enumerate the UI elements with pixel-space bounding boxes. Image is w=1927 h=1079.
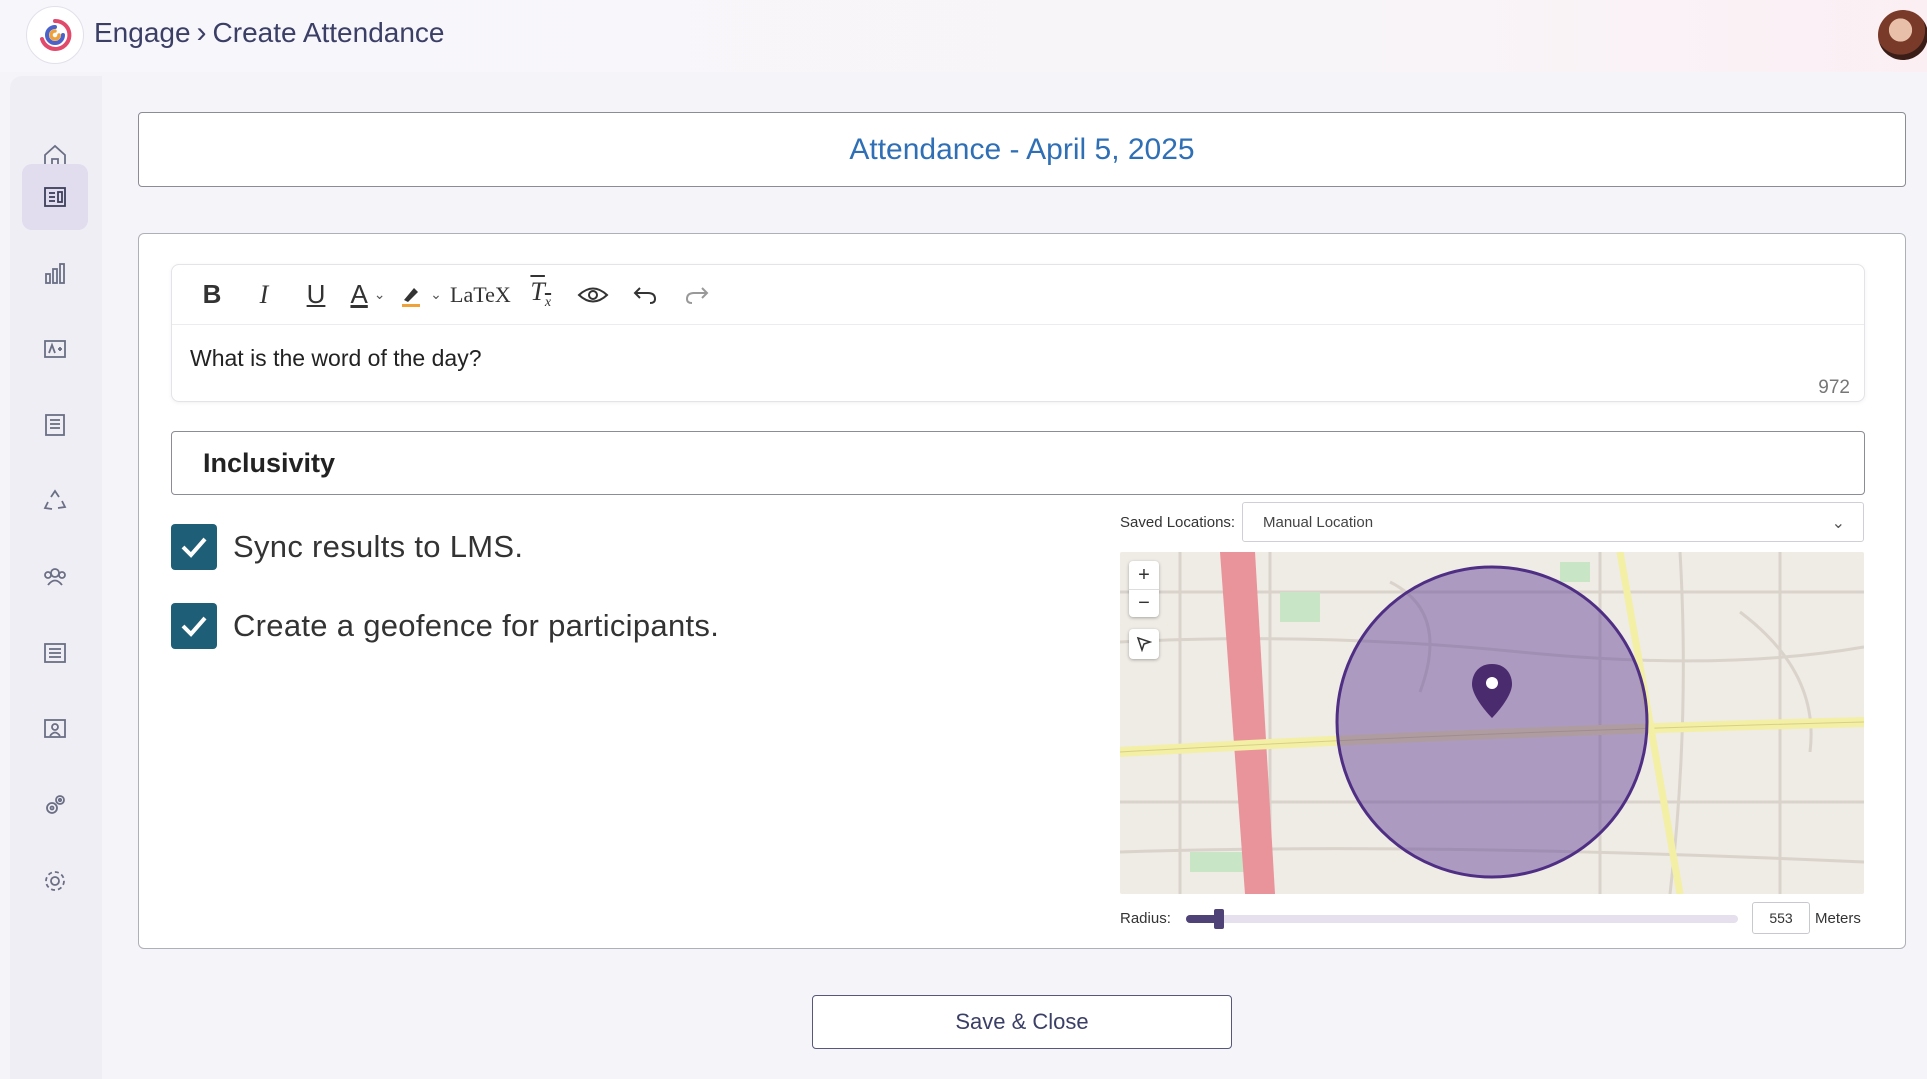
chevron-down-icon: ⌄ — [373, 286, 386, 302]
clear-format-icon: Tx — [530, 277, 552, 311]
sidebar — [10, 76, 102, 1079]
sync-lms-label: Sync results to LMS. — [233, 529, 524, 564]
settings-icon — [45, 871, 65, 891]
attendance-title: Attendance - April 5, 2025 — [849, 132, 1195, 166]
latex-button[interactable]: LaTeX — [450, 273, 511, 317]
breadcrumb-current: Create Attendance — [212, 17, 445, 48]
saved-location-value: Manual Location — [1263, 513, 1374, 531]
breadcrumb: Engage › Create Attendance — [94, 16, 445, 50]
presentation-icon — [44, 719, 66, 738]
checkmark-icon — [181, 616, 207, 637]
user-avatar[interactable] — [1878, 10, 1927, 60]
sidebar-item-grades[interactable] — [22, 316, 88, 382]
underline-button[interactable]: U — [294, 273, 338, 317]
recycle-icon — [43, 489, 67, 510]
top-bar: Engage › Create Attendance — [0, 0, 1927, 72]
highlighter-icon — [402, 287, 421, 307]
people-icon — [44, 568, 66, 586]
zoom-in-button[interactable]: + — [1129, 561, 1159, 589]
character-counter: 972 — [1818, 377, 1850, 398]
chevron-down-icon: ⌄ — [1831, 515, 1845, 532]
saved-locations-select[interactable]: Manual Location ⌄ — [1242, 502, 1864, 542]
radius-slider[interactable] — [1186, 909, 1738, 929]
grade-icon — [44, 340, 66, 358]
sidebar-item-list[interactable] — [22, 620, 88, 686]
radius-label: Radius: — [1120, 910, 1171, 927]
sidebar-item-recycle[interactable] — [22, 468, 88, 534]
map-tiles — [1120, 552, 1864, 894]
sidebar-item-settings[interactable] — [22, 848, 88, 914]
radius-unit: Meters — [1815, 910, 1861, 927]
highlight-button[interactable]: ⌄ — [398, 273, 442, 317]
save-close-button[interactable]: Save & Close — [812, 995, 1232, 1049]
sidebar-item-dashboard[interactable] — [22, 164, 88, 230]
zoom-out-button[interactable]: − — [1129, 589, 1159, 617]
geofence-checkbox[interactable] — [171, 603, 217, 649]
radius-slider-handle[interactable] — [1214, 909, 1224, 929]
preview-button[interactable] — [571, 273, 615, 317]
bold-button[interactable]: B — [190, 273, 234, 317]
clear-format-button[interactable]: Tx — [519, 273, 563, 317]
geofence-map[interactable]: + − — [1120, 552, 1864, 894]
sidebar-item-analytics[interactable] — [22, 240, 88, 306]
text-color-button[interactable]: A ⌄ — [346, 273, 390, 317]
editor-toolbar: B I U A ⌄ ⌄ LaTeX Tx — [172, 265, 1864, 325]
sidebar-item-presentation[interactable] — [22, 696, 88, 762]
breadcrumb-engage[interactable]: Engage — [94, 17, 191, 49]
chevron-down-icon: ⌄ — [430, 286, 442, 302]
locate-button[interactable] — [1129, 629, 1159, 659]
list-icon — [44, 643, 66, 663]
undo-button[interactable] — [623, 273, 667, 317]
redo-button[interactable] — [675, 273, 719, 317]
app-logo[interactable] — [26, 6, 84, 64]
text-color-icon: A — [350, 279, 368, 309]
geofence-option[interactable]: Create a geofence for participants. — [171, 603, 719, 649]
redo-icon — [685, 286, 709, 304]
document-icon — [45, 414, 65, 436]
map-zoom-controls: + − — [1129, 561, 1159, 617]
latex-label: LaTeX — [450, 281, 511, 307]
eye-icon — [577, 287, 609, 302]
saved-locations-label: Saved Locations: — [1120, 514, 1236, 531]
answer-input[interactable]: Inclusivity — [171, 431, 1865, 495]
dashboard-icon — [44, 187, 66, 207]
sidebar-item-people[interactable] — [22, 544, 88, 610]
radius-input[interactable]: 553 — [1752, 902, 1810, 934]
logo-icon — [40, 18, 72, 51]
attendance-form-card: B I U A ⌄ ⌄ LaTeX Tx What is the word of… — [138, 233, 1906, 949]
attendance-title-field[interactable]: Attendance - April 5, 2025 — [138, 112, 1906, 187]
navigation-arrow-icon — [1136, 636, 1152, 652]
question-text[interactable]: What is the word of the day? — [190, 345, 482, 372]
bar-chart-icon — [45, 263, 65, 284]
question-editor: B I U A ⌄ ⌄ LaTeX Tx What is the word of… — [171, 264, 1865, 402]
sidebar-item-documents[interactable] — [22, 392, 88, 458]
chevron-right-icon: › — [196, 16, 207, 49]
italic-button[interactable]: I — [242, 273, 286, 317]
sidebar-item-integrations[interactable] — [22, 772, 88, 838]
checkmark-icon — [181, 537, 207, 558]
integrations-icon — [46, 795, 65, 814]
geofence-label: Create a geofence for participants. — [233, 608, 720, 643]
undo-icon — [633, 286, 656, 304]
sync-lms-option[interactable]: Sync results to LMS. — [171, 524, 523, 570]
sync-lms-checkbox[interactable] — [171, 524, 217, 570]
